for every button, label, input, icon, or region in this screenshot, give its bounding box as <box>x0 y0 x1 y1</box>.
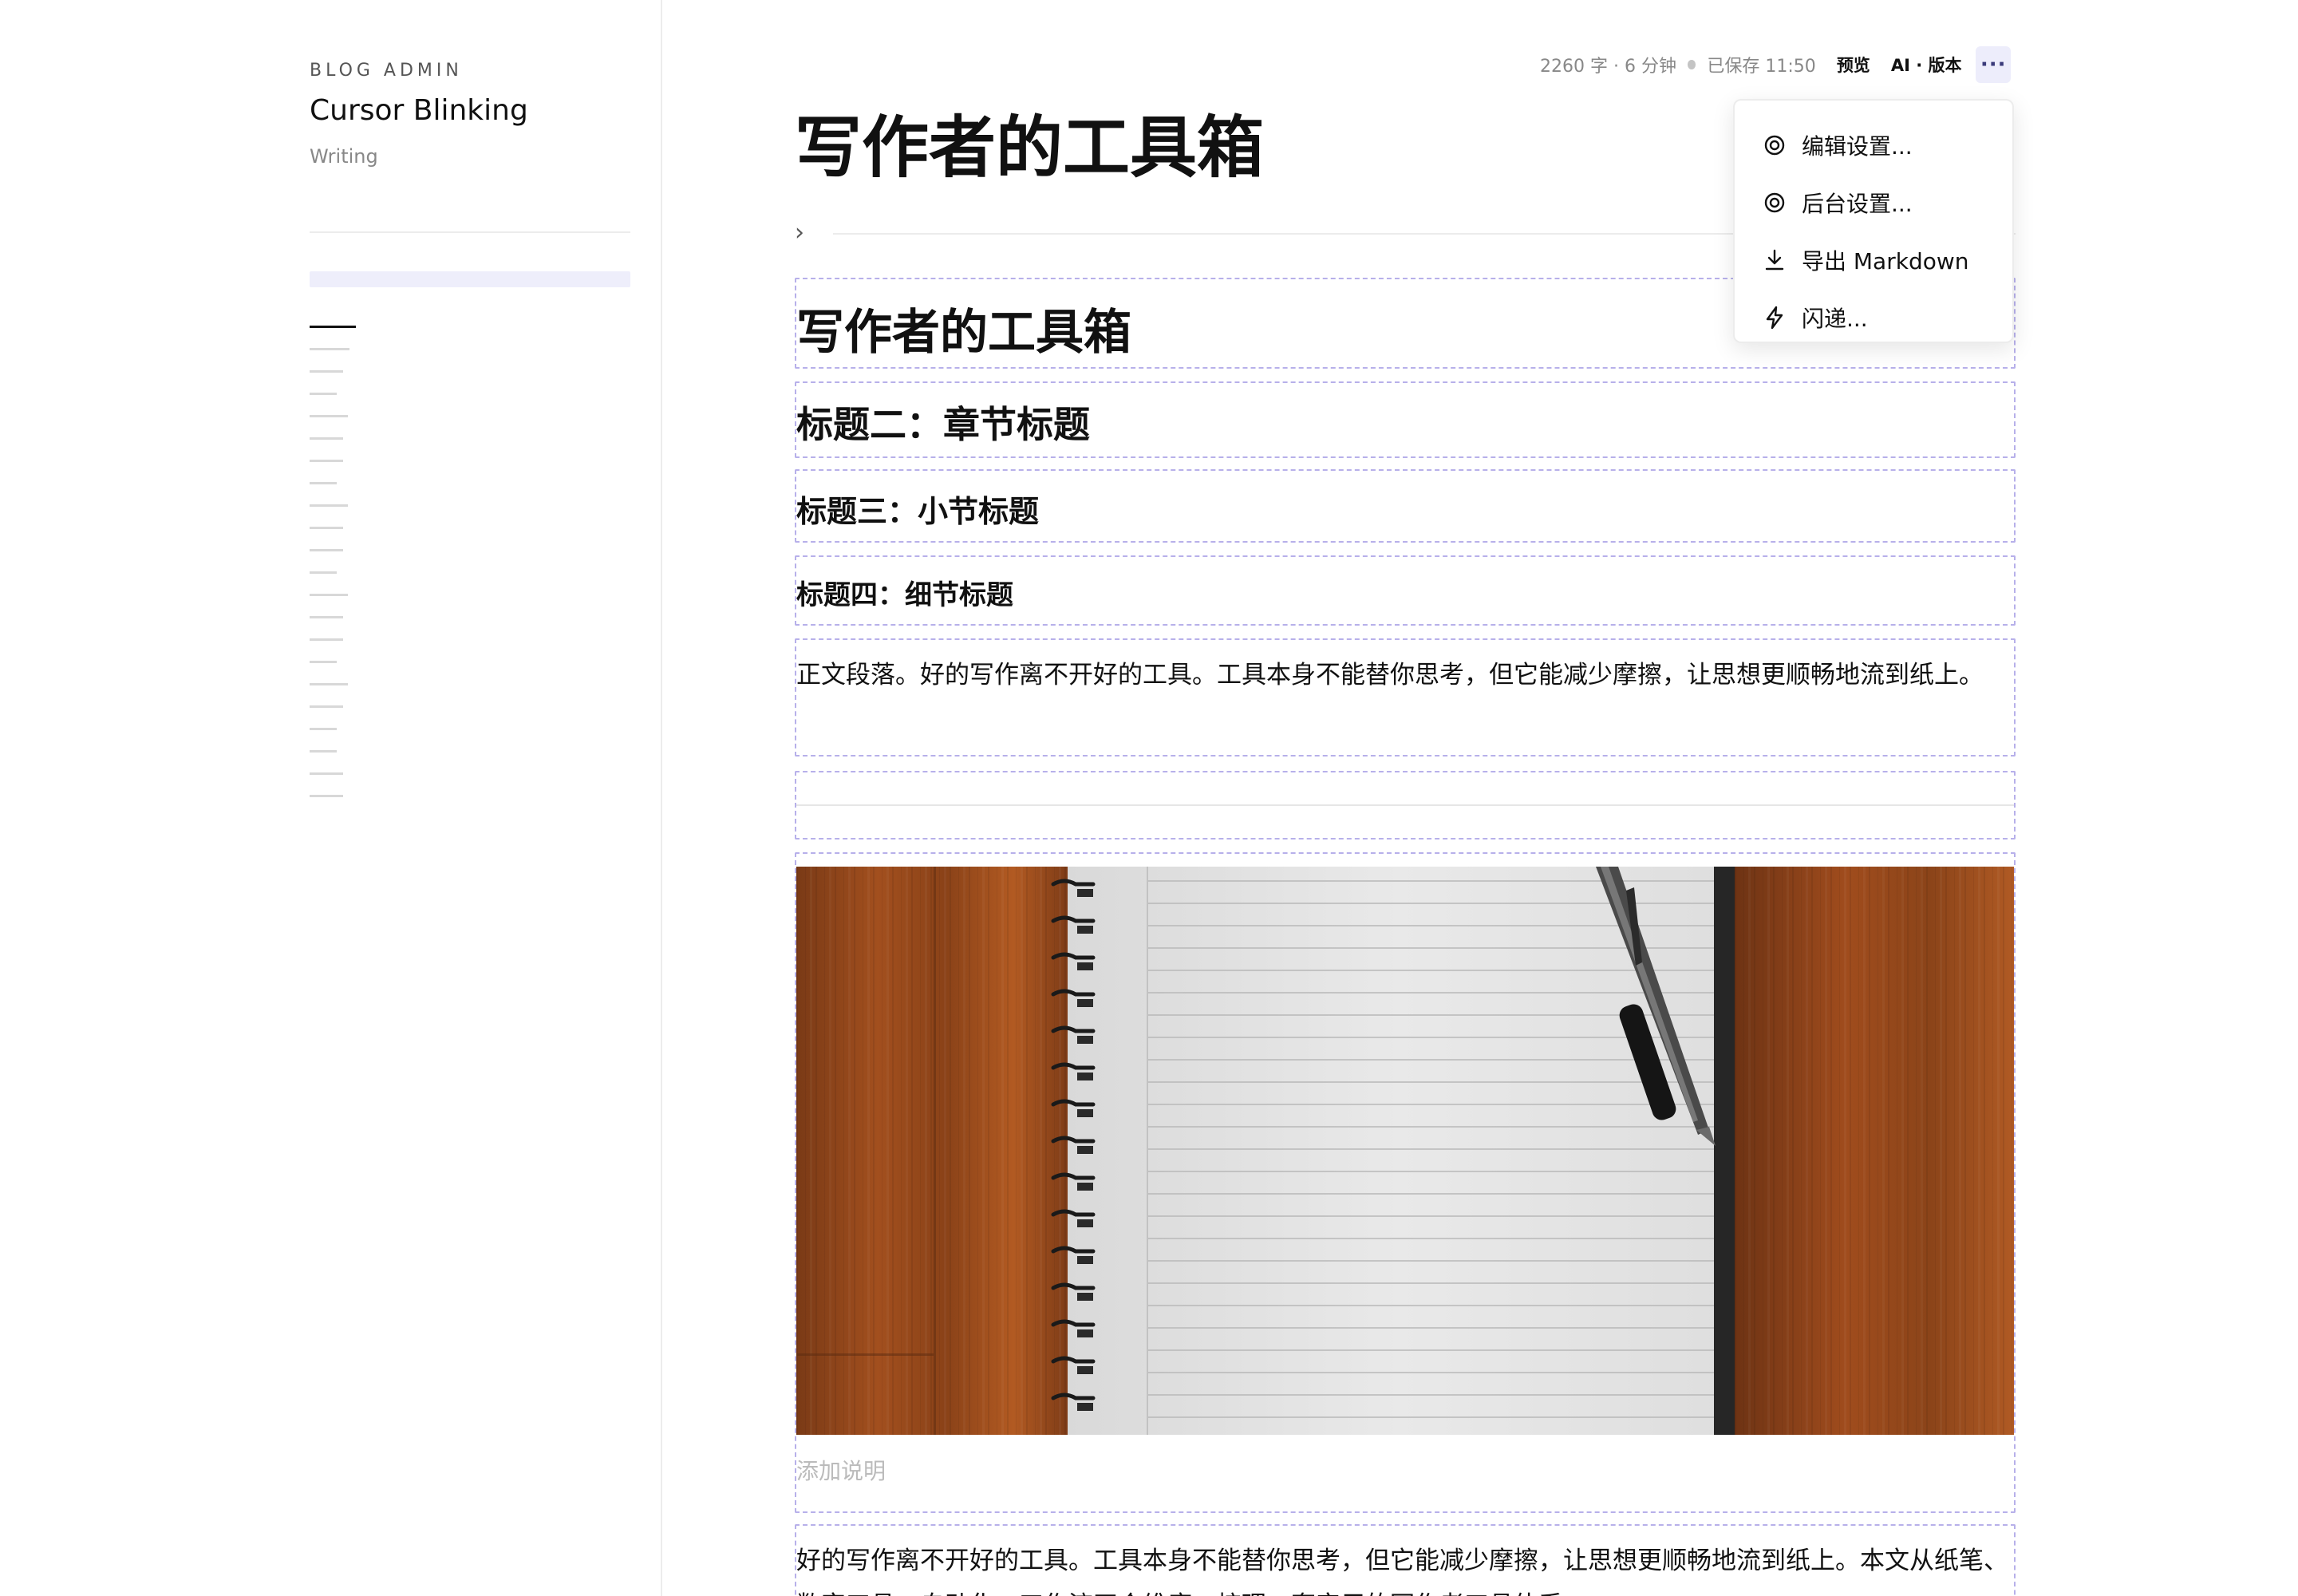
outline-line[interactable] <box>310 460 343 462</box>
block-paragraph-2[interactable]: 好的写作离不开好的工具。工具本身不能替你思考，但它能减少摩擦，让思想更顺畅地流到… <box>795 1524 2016 1596</box>
image-caption-input[interactable]: 添加说明 <box>796 1454 886 1486</box>
gear-icon <box>1764 192 1785 213</box>
block-image[interactable]: 添加说明 <box>795 852 2016 1513</box>
block-paragraph[interactable]: 正文段落。好的写作离不开好的工具。工具本身不能替你思考，但它能减少摩擦，让思想更… <box>795 638 2016 757</box>
brand-eyebrow: BLOG ADMIN <box>310 61 463 81</box>
block-heading-3[interactable]: 标题三：小节标题 <box>795 469 2016 543</box>
outline-line[interactable] <box>310 638 343 641</box>
notebook-photo-art <box>796 867 2014 1435</box>
download-icon <box>1765 249 1784 271</box>
outline-line[interactable] <box>310 661 337 663</box>
outline-line[interactable] <box>310 415 348 417</box>
sidebar: BLOG ADMIN Cursor Blinking Writing <box>0 0 662 1596</box>
sidebar-divider <box>310 231 630 233</box>
more-menu-dropdown: 编辑设置... 后台设置... 导出 Markdown 闪递... <box>1733 99 2014 343</box>
outline-line[interactable] <box>310 571 337 574</box>
outline-line[interactable] <box>310 594 348 596</box>
brand-title[interactable]: Cursor Blinking <box>310 94 528 127</box>
heading-2-text[interactable]: 标题二：章节标题 <box>796 396 1090 448</box>
outline-line[interactable] <box>310 527 343 529</box>
outline-minimap[interactable] <box>310 326 405 817</box>
horizontal-rule <box>796 804 2014 806</box>
menu-item-export-markdown[interactable]: 导出 Markdown <box>1735 231 2012 289</box>
menu-item-label: 导出 Markdown <box>1802 248 1969 275</box>
heading-4-text[interactable]: 标题四：细节标题 <box>796 573 1013 612</box>
menu-item-editor-settings[interactable]: 编辑设置... <box>1735 117 2012 174</box>
paragraph-2-text[interactable]: 好的写作离不开好的工具。工具本身不能替你思考，但它能减少摩擦，让思想更顺畅地流到… <box>796 1539 2009 1596</box>
outline-line-active[interactable] <box>310 326 356 328</box>
heading-3-text[interactable]: 标题三：小节标题 <box>796 487 1039 531</box>
chevron-right-icon[interactable]: › <box>795 221 804 245</box>
paragraph-text[interactable]: 正文段落。好的写作离不开好的工具。工具本身不能替你思考，但它能减少摩擦，让思想更… <box>796 653 2009 697</box>
bolt-icon <box>1766 306 1783 330</box>
menu-item-admin-settings[interactable]: 后台设置... <box>1735 174 2012 231</box>
outline-line[interactable] <box>310 370 343 373</box>
sidebar-search-highlight[interactable] <box>310 271 630 287</box>
block-heading-4[interactable]: 标题四：细节标题 <box>795 555 2016 626</box>
menu-item-flash-send[interactable]: 闪递... <box>1735 289 2012 346</box>
app-window: BLOG ADMIN Cursor Blinking Writing 2260 … <box>0 0 2298 1596</box>
brand-subtitle: Writing <box>310 145 378 168</box>
outline-line[interactable] <box>310 728 337 730</box>
outline-line[interactable] <box>310 348 349 350</box>
document-title[interactable]: 写作者的工具箱 <box>795 94 1264 191</box>
outline-line[interactable] <box>310 482 337 484</box>
outline-line[interactable] <box>310 616 343 618</box>
outline-line[interactable] <box>310 549 343 551</box>
outline-line[interactable] <box>310 504 348 507</box>
block-divider[interactable] <box>795 771 2016 839</box>
menu-item-label: 闪递... <box>1802 306 1868 332</box>
outline-line[interactable] <box>310 437 343 440</box>
heading-1-text[interactable]: 写作者的工具箱 <box>796 294 1131 363</box>
notebook-photo[interactable] <box>796 867 2014 1435</box>
outline-line[interactable] <box>310 772 343 775</box>
outline-line[interactable] <box>310 393 337 395</box>
outline-line[interactable] <box>310 795 343 797</box>
outline-line[interactable] <box>310 750 337 753</box>
outline-line[interactable] <box>310 683 348 685</box>
gear-icon <box>1764 135 1785 156</box>
block-heading-2[interactable]: 标题二：章节标题 <box>795 381 2016 458</box>
menu-item-label: 后台设置... <box>1802 191 1913 217</box>
menu-item-label: 编辑设置... <box>1802 133 1913 160</box>
outline-line[interactable] <box>310 705 343 708</box>
